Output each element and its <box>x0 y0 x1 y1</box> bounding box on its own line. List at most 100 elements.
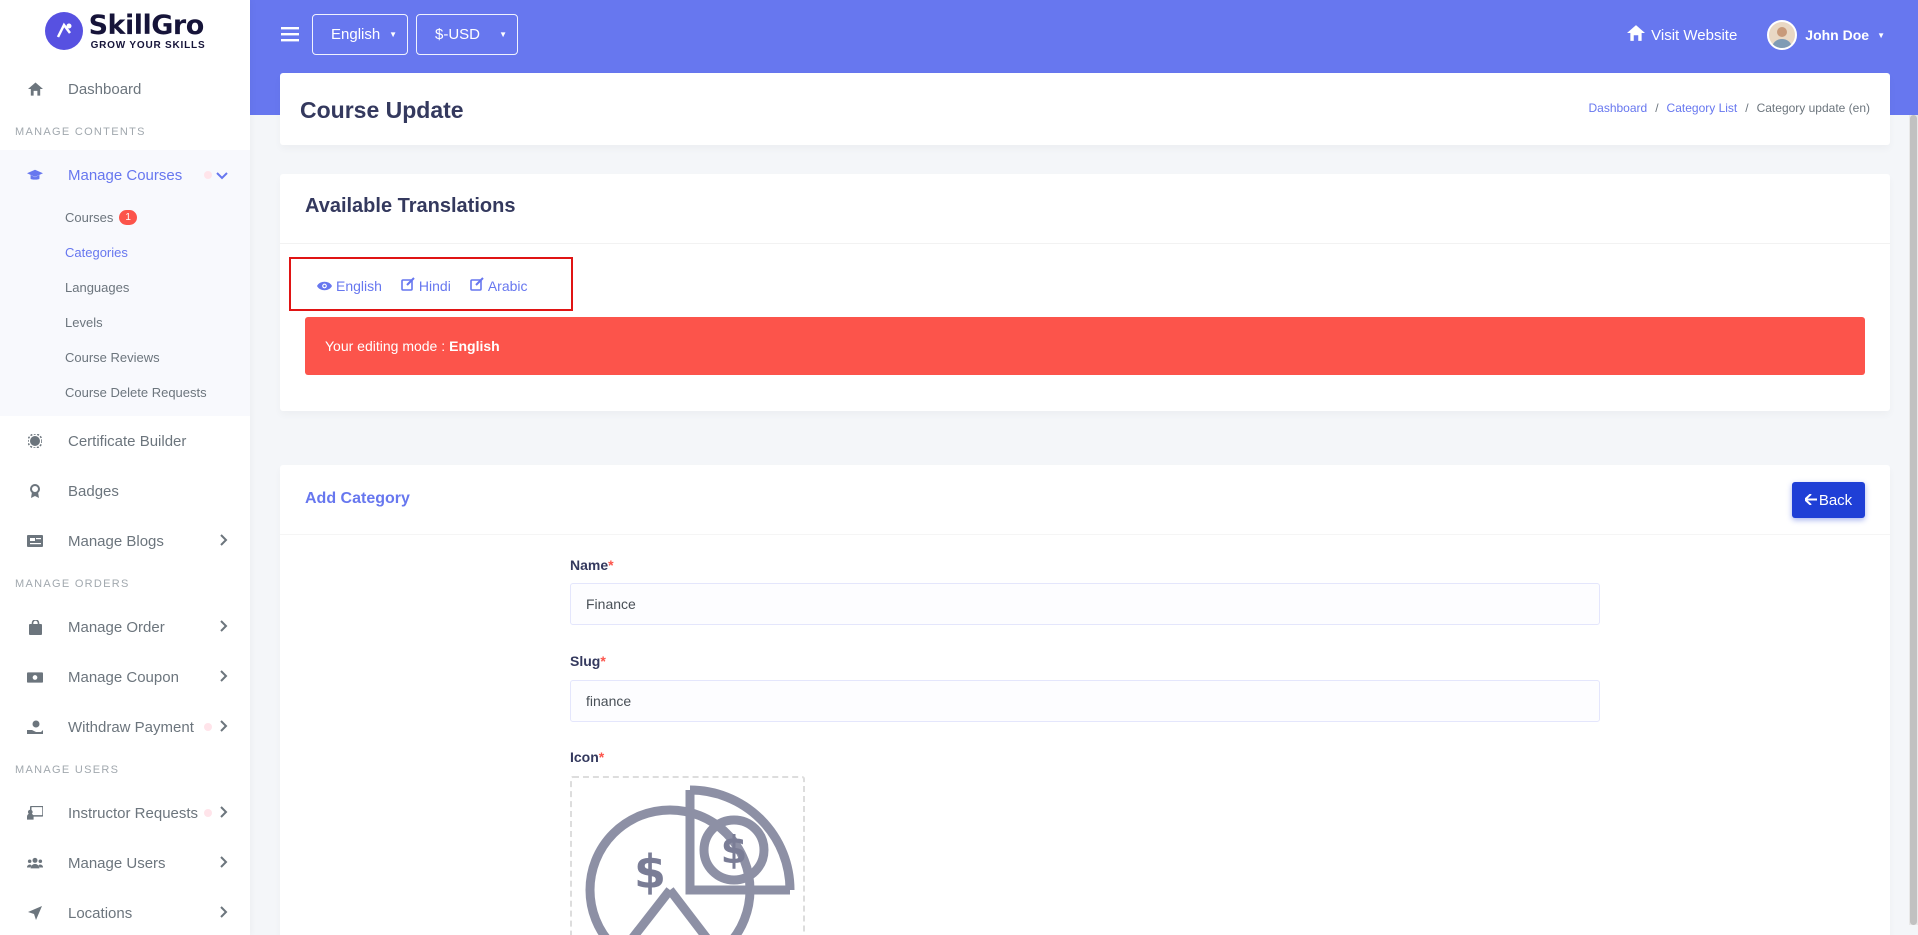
sidebar-item-manage-order[interactable]: Manage Order <box>0 602 250 652</box>
category-form-card: Add Category Back Name* Finance Slug* fi… <box>280 465 1890 935</box>
home-icon <box>1627 25 1646 45</box>
hamburger-menu-icon[interactable] <box>281 25 299 48</box>
breadcrumb: Dashboard / Category List / Category upd… <box>1588 101 1870 115</box>
sidebar-item-withdraw-payment[interactable]: Withdraw Payment <box>0 702 250 752</box>
notification-dot <box>204 723 212 731</box>
sidebar-subitem-label: Levels <box>65 315 103 330</box>
icon-upload-preview[interactable]: $ $ <box>570 776 805 935</box>
svg-text:$: $ <box>634 845 666 899</box>
language-select-value: English <box>331 26 381 43</box>
sidebar-item-badges[interactable]: Badges <box>0 466 250 516</box>
avatar <box>1767 20 1798 50</box>
sidebar-item-label: Manage Users <box>68 854 166 872</box>
sidebar-item-manage-users[interactable]: Manage Users <box>0 838 250 888</box>
sidebar-subitem-label: Categories <box>65 245 128 260</box>
scrollbar-thumb[interactable] <box>1910 115 1917 925</box>
sidebar-item-label: Locations <box>68 904 133 922</box>
translation-link-hindi[interactable]: Hindi <box>401 277 451 294</box>
divider <box>280 243 1890 244</box>
sidebar-subitem-categories[interactable]: Categories <box>0 235 250 270</box>
edit-icon <box>401 277 415 294</box>
name-field-value: Finance <box>586 596 636 612</box>
courses-count-badge: 1 <box>119 210 137 225</box>
hand-holding-usd-icon <box>27 719 43 735</box>
sidebar-subitem-levels[interactable]: Levels <box>0 305 250 340</box>
sidebar-item-manage-blogs[interactable]: Manage Blogs <box>0 516 250 566</box>
chevron-right-icon <box>220 855 228 871</box>
page-header: Course Update Dashboard / Category List … <box>280 73 1890 145</box>
sidebar-item-locations[interactable]: Locations <box>0 888 250 935</box>
visit-website-label: Visit Website <box>1651 26 1738 44</box>
translation-link-arabic[interactable]: Arabic <box>470 277 528 294</box>
money-bill-icon <box>27 669 43 685</box>
page-scrollbar[interactable] <box>1909 115 1918 925</box>
sidebar-subitem-label: Languages <box>65 280 130 295</box>
editing-mode-alert: Your editing mode : English <box>305 317 1865 375</box>
nav-header-users: MANAGE USERS <box>15 764 120 776</box>
sidebar-subitem-label: Courses <box>65 210 114 225</box>
user-name: John Doe <box>1805 27 1870 43</box>
slug-field-value: finance <box>586 693 632 709</box>
name-field[interactable]: Finance <box>570 583 1600 625</box>
breadcrumb-dashboard[interactable]: Dashboard <box>1588 101 1647 115</box>
sidebar-subitem-label: Course Delete Requests <box>65 385 207 400</box>
translation-link-label: English <box>336 277 382 294</box>
users-icon <box>27 855 43 871</box>
home-icon <box>27 81 43 97</box>
page-title: Course Update <box>300 97 464 123</box>
slug-field[interactable]: finance <box>570 680 1600 722</box>
sidebar-item-label: Dashboard <box>68 80 142 98</box>
chevron-right-icon <box>220 805 228 821</box>
required-mark: * <box>600 653 606 669</box>
back-button-label: Back <box>1818 491 1853 509</box>
sidebar-item-label: Instructor Requests <box>68 804 199 822</box>
sidebar-subitem-course-delete-requests[interactable]: Course Delete Requests <box>0 375 250 410</box>
visit-website-link[interactable]: Visit Website <box>1627 25 1737 45</box>
brand-tagline: GROW YOUR SKILLS <box>90 39 206 51</box>
nav-header-contents: MANAGE CONTENTS <box>15 126 146 138</box>
required-mark: * <box>598 749 605 765</box>
translation-link-english[interactable]: English <box>317 277 382 294</box>
required-mark: * <box>608 557 614 573</box>
icon-label-text: Icon <box>570 749 599 765</box>
sidebar-item-label: Manage Order <box>68 618 165 636</box>
name-label-text: Name <box>570 557 609 573</box>
sidebar-item-certificate-builder[interactable]: Certificate Builder <box>0 416 250 466</box>
translation-link-label: Arabic <box>487 277 528 294</box>
sidebar-item-manage-coupon[interactable]: Manage Coupon <box>0 652 250 702</box>
notification-dot <box>204 809 212 817</box>
caret-down-icon: ▼ <box>1877 30 1885 40</box>
chevron-right-icon <box>220 905 228 921</box>
notification-dot <box>204 171 212 179</box>
slug-label-text: Slug <box>570 653 601 669</box>
user-menu[interactable]: John Doe ▼ <box>1767 20 1885 50</box>
sidebar-item-instructor-requests[interactable]: Instructor Requests <box>0 788 250 838</box>
svg-text:$: $ <box>721 828 747 872</box>
sidebar-item-manage-courses[interactable]: Manage Courses <box>0 150 250 200</box>
newspaper-icon <box>27 533 43 549</box>
chevron-right-icon <box>220 669 228 685</box>
breadcrumb-separator: / <box>1745 101 1749 115</box>
translation-link-label: Hindi <box>418 277 451 294</box>
alert-language: English <box>449 338 500 354</box>
breadcrumb-category-list[interactable]: Category List <box>1667 101 1738 115</box>
currency-select[interactable]: $-USD ▼ <box>416 14 518 55</box>
sidebar-subitem-courses[interactable]: Courses 1 <box>0 200 250 235</box>
alert-text: Your editing mode : <box>325 338 446 354</box>
chevron-down-icon <box>216 167 228 183</box>
sidebar-subitem-languages[interactable]: Languages <box>0 270 250 305</box>
location-arrow-icon <box>27 905 43 921</box>
chevron-right-icon <box>220 619 228 635</box>
courses-submenu: Courses 1 Categories Languages Levels Co… <box>0 200 250 416</box>
sidebar-subitem-course-reviews[interactable]: Course Reviews <box>0 340 250 375</box>
language-select[interactable]: English ▼ <box>312 14 408 55</box>
chevron-right-icon <box>220 719 228 735</box>
back-button[interactable]: Back <box>1792 482 1865 518</box>
brand-name: SkillGro <box>88 9 205 41</box>
brand[interactable]: SkillGro GROW YOUR SKILLS <box>0 0 250 62</box>
caret-down-icon: ▼ <box>499 30 507 39</box>
sidebar-item-dashboard[interactable]: Dashboard <box>0 64 250 114</box>
breadcrumb-separator: / <box>1655 101 1659 115</box>
sidebar-subitem-label: Course Reviews <box>65 350 160 365</box>
chevron-right-icon <box>220 533 228 549</box>
